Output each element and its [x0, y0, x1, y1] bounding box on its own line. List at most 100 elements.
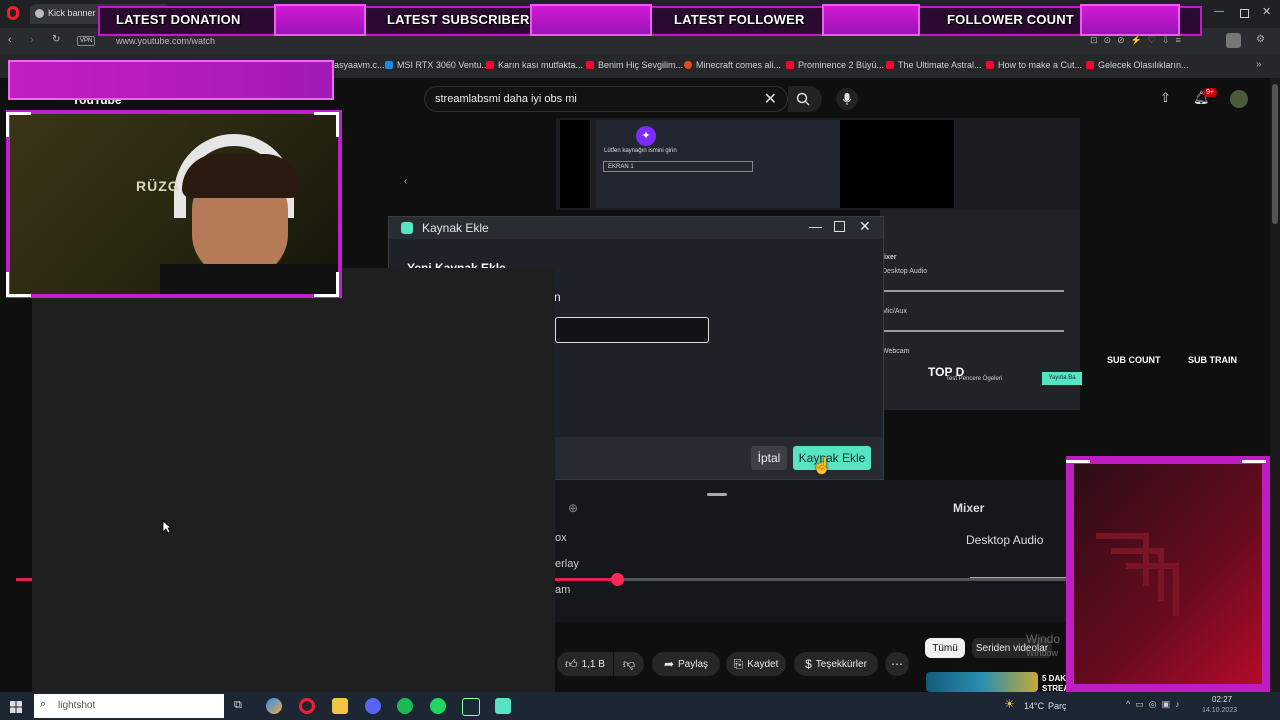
thanks-button[interactable]: $ Teşekkürler [794, 652, 878, 676]
name-field-label: n [554, 290, 561, 304]
obs-mixer-dock: ixer Desktop Audio Mic/Aux Webcam Test P… [880, 210, 1082, 410]
dislike-button[interactable]: 👎︎ [614, 652, 644, 676]
chip-all[interactable]: Tümü [925, 638, 965, 658]
discord-icon[interactable] [365, 698, 381, 714]
opera-taskbar-icon[interactable] [299, 698, 315, 714]
follower-count-label: FOLLOWER COUNT [947, 12, 1075, 27]
window-maximize-icon[interactable] [1240, 9, 1249, 18]
clock-date[interactable]: 14.10.2023 [1202, 707, 1237, 714]
voice-search-icon[interactable] [836, 88, 858, 110]
bookmark-1[interactable]: asyaavm.c... [334, 60, 385, 70]
thanks-icon: $ [805, 657, 812, 671]
share-button[interactable]: ➦ Paylaş [652, 652, 720, 676]
recommended-thumbnail[interactable] [926, 672, 1038, 692]
bookmark-5[interactable]: Minecraft comes ali... [684, 60, 781, 70]
blank-panel [32, 268, 555, 692]
video-prev-icon[interactable]: ‹ [404, 176, 407, 187]
webcam-corner-tr [314, 112, 339, 137]
add-source-icon[interactable]: ⊕ [568, 501, 578, 515]
more-icon: ⋯ [891, 657, 903, 671]
obs-preview: Lütfen kaynağın ismini girin EKRAN 1 [556, 118, 1080, 210]
source-name-input[interactable] [555, 317, 709, 343]
reload-icon[interactable]: ↻ [52, 34, 60, 45]
check-icon [385, 61, 393, 69]
forward-icon[interactable]: › [30, 34, 34, 46]
weather-text[interactable]: Parç [1048, 701, 1067, 711]
taskbar-search-box[interactable]: ⌕ lightshot [34, 694, 224, 718]
maximize-icon[interactable] [834, 221, 845, 232]
steam-icon[interactable] [462, 698, 480, 716]
streamlabs-icon[interactable] [495, 698, 511, 714]
cancel-button[interactable]: İptal [751, 446, 787, 470]
bookmark-3[interactable]: Karın kası mutfakta... [486, 60, 583, 70]
youtube-icon [786, 61, 794, 69]
copilot-icon[interactable] [266, 698, 282, 714]
save-button[interactable]: ⎘ Kaydet [726, 652, 786, 676]
search-input[interactable]: streamlabsmi daha iyi obs mi [435, 93, 577, 105]
back-icon[interactable]: ‹ [8, 34, 12, 46]
assist-icon: ✦ [636, 126, 656, 146]
like-icon: 👍︎ [565, 656, 578, 671]
bookmark-icon: ⎘ [733, 656, 744, 671]
window-minimize-icon[interactable]: — [1214, 6, 1224, 17]
preview-name-field: EKRAN 1 [603, 161, 753, 172]
bookmark-4[interactable]: Benim Hiç Sevgilim... [586, 60, 683, 70]
windows-start-icon[interactable] [10, 700, 22, 713]
confirm-button[interactable]: Kaynak Ekle [793, 446, 871, 470]
recommended-title[interactable]: 5 DAK STREA [1042, 674, 1069, 694]
youtube-icon [1086, 61, 1094, 69]
red-marker [16, 578, 32, 581]
bookmark-9[interactable]: Gelecek Olasılıkların... [1086, 60, 1189, 70]
weather-icon: ☀ [1004, 697, 1015, 711]
bookmark-7[interactable]: The Ultimate Astral... [886, 60, 982, 70]
webcam-corner-bl [6, 272, 31, 297]
bookmarks-more-icon[interactable]: » [1256, 59, 1262, 70]
clock-time[interactable]: 02:27 [1212, 695, 1232, 704]
youtube-icon [586, 61, 594, 69]
bookmark-2[interactable]: MSI RTX 3060 Ventu... [385, 60, 489, 70]
explorer-icon[interactable] [332, 698, 348, 714]
dialog-titlebar[interactable]: Kaynak Ekle — ✕ [389, 217, 883, 239]
latest-follower-label: LATEST FOLLOWER [674, 12, 805, 27]
preview-hint: Lütfen kaynağın ismini girin [604, 148, 677, 154]
go-live-button[interactable]: Yayına Ba [1042, 372, 1082, 385]
weather-temp[interactable]: 14°C [1024, 701, 1044, 711]
youtube-icon [886, 61, 894, 69]
vpn-badge[interactable]: VPN [77, 36, 96, 46]
search-icon: ⌕ [40, 698, 47, 710]
desktop-audio-label: Desktop Audio [966, 533, 1044, 547]
spotify-icon[interactable] [430, 698, 446, 714]
drag-handle[interactable] [707, 493, 727, 496]
dialog-title: Kaynak Ekle [422, 221, 489, 235]
bookmark-6[interactable]: Prominence 2 Büyü... [786, 60, 884, 70]
tab-favicon [35, 9, 44, 18]
scrollbar[interactable] [1270, 78, 1280, 692]
search-button[interactable] [788, 86, 822, 112]
tray-icons[interactable]: ^▭◎▣♪ [1126, 699, 1185, 710]
overlay-strip [8, 60, 334, 100]
sub-train-label: SUB TRAIN [1188, 355, 1237, 365]
more-button[interactable]: ⋯ [885, 652, 909, 676]
taskbar: ⌕ lightshot ⧉ ☀ 14°C Parç ^▭◎▣♪ 02:27 14… [0, 692, 1280, 720]
xbox-app-icon[interactable] [397, 698, 413, 714]
close-icon[interactable]: ✕ [859, 218, 871, 235]
youtube-icon [986, 61, 994, 69]
easy-setup-icon[interactable]: ⚙ [1256, 34, 1265, 45]
like-button[interactable]: 👍︎ 1,1 B [557, 652, 613, 676]
minimize-icon[interactable]: — [809, 219, 822, 234]
bookmark-8[interactable]: How to make a Cut... [986, 60, 1082, 70]
search-icon [796, 92, 810, 106]
clear-search-icon[interactable]: ✕ [764, 89, 777, 109]
upload-icon[interactable]: ⇧ [1160, 90, 1171, 106]
task-view-icon[interactable]: ⧉ [234, 699, 242, 712]
latest-subscriber-label: LATEST SUBSCRIBER [387, 12, 530, 27]
notification-badge: 9+ [1203, 88, 1217, 97]
opera-icon[interactable] [7, 6, 19, 20]
profile-avatar[interactable] [1226, 33, 1241, 48]
video-progress-knob[interactable] [611, 573, 624, 586]
activation-watermark: Windo Window [1026, 632, 1061, 658]
window-close-icon[interactable]: ✕ [1262, 5, 1271, 18]
search-box[interactable]: streamlabsmi daha iyi obs mi ✕ [424, 86, 788, 112]
avatar[interactable] [1230, 90, 1248, 108]
taskbar-search-input[interactable]: lightshot [58, 700, 95, 711]
